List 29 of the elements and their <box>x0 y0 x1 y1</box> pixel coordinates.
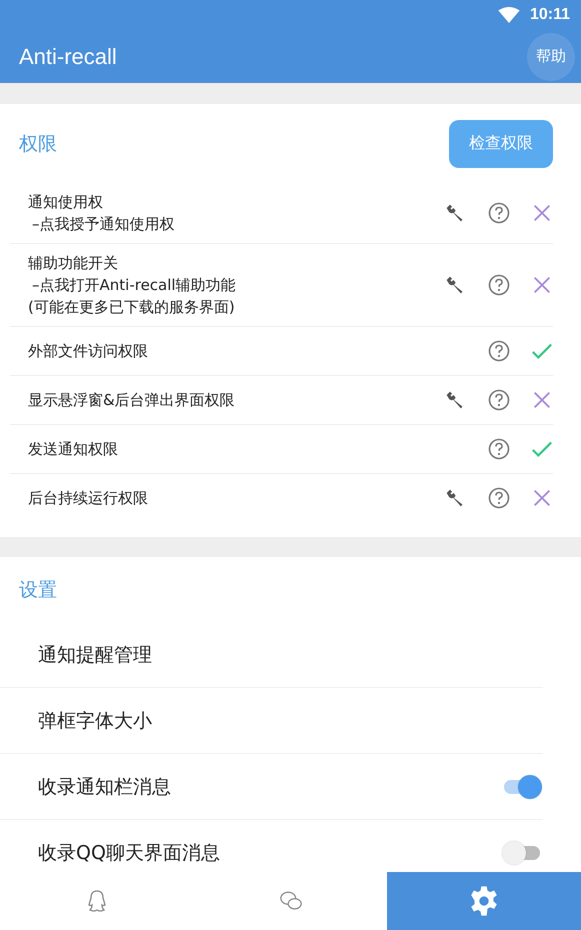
nav-tab[interactable] <box>387 872 581 930</box>
settings-item[interactable]: 通知提醒管理 <box>38 642 152 668</box>
settings-label: 收录QQ聊天界面消息 <box>38 840 220 866</box>
wrench-icon[interactable] <box>445 275 465 295</box>
help-icon[interactable] <box>487 273 511 297</box>
wrench-icon[interactable] <box>445 488 465 508</box>
wrench-icon[interactable] <box>445 390 465 410</box>
status-time: 10:11 <box>530 6 570 24</box>
settings-label: 收录通知栏消息 <box>38 774 171 800</box>
help-icon[interactable] <box>487 486 511 510</box>
settings-item[interactable]: 弹框字体大小 <box>38 708 152 734</box>
permission-hint[interactable]: –点我打开Anti-recall辅助功能 <box>28 274 236 296</box>
section-header: 权限 <box>19 132 57 156</box>
help-icon[interactable] <box>487 388 511 412</box>
section-header: 设置 <box>19 578 57 602</box>
permission-title: 通知使用权 <box>28 192 104 213</box>
help-icon[interactable] <box>487 201 511 225</box>
permission-title: 发送通知权限 <box>28 439 118 460</box>
permission-title: 后台持续运行权限 <box>28 488 148 509</box>
permission-title: 外部文件访问权限 <box>28 341 148 362</box>
permission-title: 辅助功能开关 <box>28 253 119 274</box>
permission-title: 显示悬浮窗&后台弹出界面权限 <box>28 390 235 411</box>
permission-note: (可能在更多已下载的服务界面) <box>28 297 236 318</box>
wifi-icon <box>498 7 520 23</box>
help-icon[interactable] <box>487 437 511 461</box>
help-icon[interactable] <box>487 339 511 363</box>
app-title: Anti-recall <box>19 44 117 70</box>
wrench-icon[interactable] <box>445 203 465 223</box>
permission-hint[interactable]: –点我授予通知使用权 <box>28 213 174 235</box>
